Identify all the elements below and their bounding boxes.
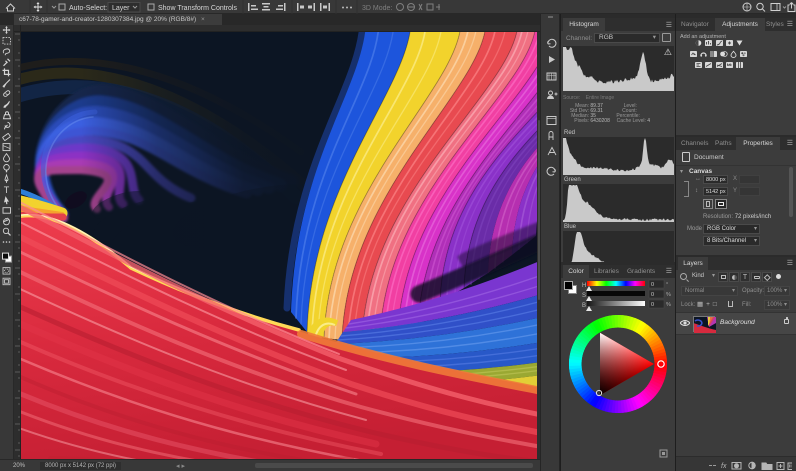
svg-text:3D Mode:: 3D Mode:: [362, 5, 392, 12]
svg-text:S: S: [582, 293, 586, 299]
svg-text:Show Transform Controls: Show Transform Controls: [158, 5, 237, 12]
svg-text:H: H: [582, 283, 586, 289]
svg-text:Layer: Layer: [112, 5, 130, 12]
svg-text:%: %: [666, 302, 671, 308]
svg-text:°: °: [666, 282, 668, 288]
svg-text:fx: fx: [721, 463, 727, 470]
svg-text:%: %: [666, 292, 671, 298]
svg-text:0: 0: [651, 292, 654, 298]
svg-text:0: 0: [651, 282, 654, 288]
svg-text:Auto-Select:: Auto-Select:: [69, 5, 107, 12]
svg-text:0: 0: [651, 302, 654, 308]
svg-text:T: T: [4, 185, 10, 195]
svg-text:B: B: [582, 303, 586, 309]
